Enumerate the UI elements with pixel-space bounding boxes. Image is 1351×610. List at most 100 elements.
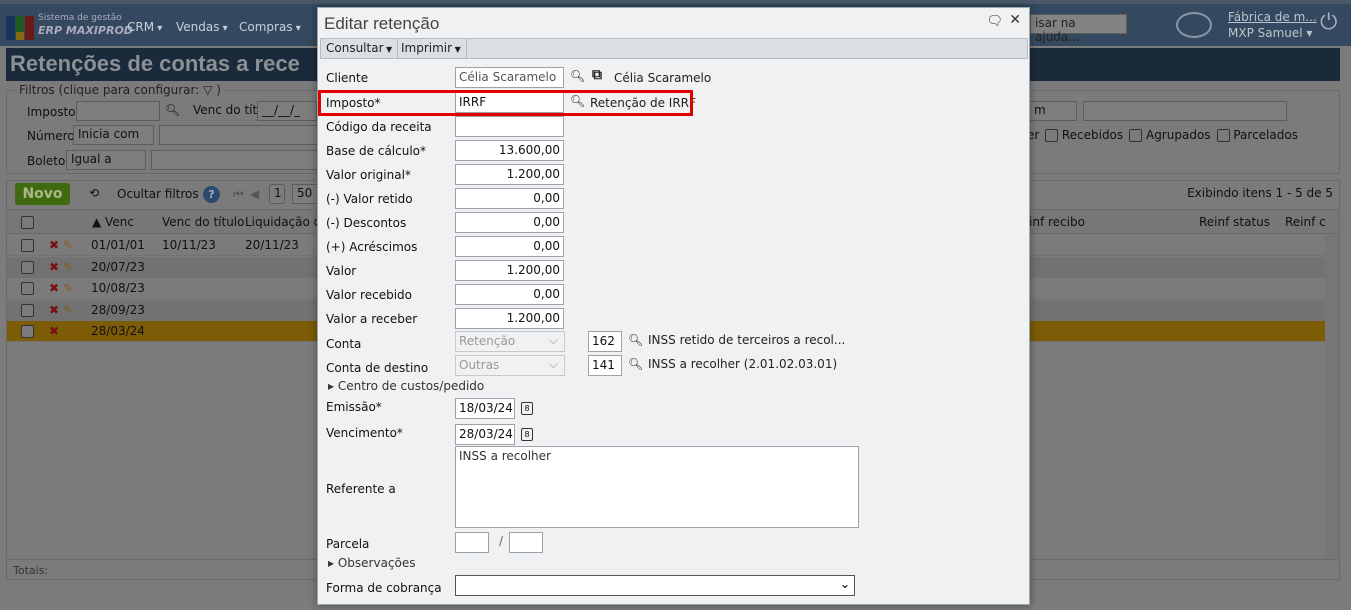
row-checkbox[interactable] [21,239,34,252]
forma-cobranca-select[interactable] [455,575,855,596]
valor_receber-input[interactable]: 1.200,00 [455,308,564,329]
help-search-input[interactable]: isar na ajuda... [1030,14,1127,44]
valor-label: Valor [326,264,357,278]
col-reinf-c[interactable]: Reinf c [1285,215,1326,229]
filter-numero-select[interactable]: Inicia com [73,125,154,145]
col-venc-titulo[interactable]: Venc do título [162,215,244,229]
power-icon[interactable]: ⏻ [1320,10,1337,35]
emissao-label: Emissão* [326,400,382,414]
vencimento-input[interactable]: 28/03/24 [455,424,515,445]
delete-icon[interactable]: ✖ [49,303,59,317]
consultar-menu[interactable]: Consultar [321,39,399,58]
acrescimos-input[interactable]: 0,00 [455,236,564,257]
edit-icon[interactable]: ✎ [63,303,73,317]
base-input[interactable]: 13.600,00 [455,140,564,161]
help-icon[interactable]: ? [203,186,220,203]
conta_destino-select[interactable]: Outras [455,355,565,376]
pager-size[interactable]: 50 [292,184,318,204]
pager-first-icon[interactable]: ⏮ [233,187,244,202]
dialog-title: Editar retenção [324,14,440,33]
filter-right-select[interactable]: m [1029,101,1077,121]
valor_original-input[interactable]: 1.200,00 [455,164,564,185]
cell-venc: 28/09/23 [91,302,145,317]
dialog-toolbar: Consultar Imprimir [320,38,1028,59]
close-icon[interactable]: ✕ [1009,12,1021,28]
calendar-icon[interactable]: 8 [521,428,533,441]
vencimento-label: Vencimento* [326,426,403,440]
centro-toggle[interactable]: ▸ Centro de custos/pedido [328,379,484,393]
imprimir-menu[interactable]: Imprimir [396,39,467,58]
row-checkbox[interactable] [21,260,34,274]
conta_destino-code-input[interactable]: 141 [588,355,622,376]
filter-imposto-input[interactable] [76,101,160,121]
search-icon[interactable]: 🔍︎ [628,357,643,371]
descontos-input[interactable]: 0,00 [455,212,564,233]
edit-icon[interactable]: ✎ [63,260,73,274]
valor_retido-input[interactable]: 0,00 [455,188,564,209]
valor_recebido-input[interactable]: 0,00 [455,284,564,305]
col-venc[interactable]: ▲ Venc [92,215,134,229]
company-link[interactable]: Fábrica de m... [1228,10,1317,24]
hide-filters-button[interactable]: Ocultar filtros [117,187,199,201]
new-button[interactable]: Novo [15,183,70,205]
pager-prev-icon[interactable]: ◀ [250,187,259,201]
col-reinf-status[interactable]: Reinf status [1199,215,1270,229]
external-link-icon[interactable]: ⧉ [592,67,602,83]
brand-line1: Sistema de gestão [38,13,122,23]
row-checkbox[interactable] [21,325,34,338]
cliente-input[interactable]: Célia Scaramelo [455,67,564,88]
edit-icon[interactable]: ✎ [63,324,73,338]
observacoes-toggle[interactable]: ▸ Observações [328,556,416,570]
filter-checkboxes: Recebidos Agrupados Parcelados [1045,128,1298,142]
filter-venc-input[interactable]: __/__/_ [257,101,317,121]
pager-page[interactable]: 1 [269,184,285,204]
filter-boleto-input[interactable] [151,150,319,170]
delete-icon[interactable]: ✖ [49,281,59,295]
chat-icon[interactable] [1176,12,1212,38]
codigo-input[interactable] [455,116,564,137]
showing-count: Exibindo itens 1 - 5 de 5 [1187,186,1333,200]
comment-icon[interactable]: 🗨︎ [986,14,1003,29]
filters-legend[interactable]: Filtros (clique para configurar: ▽ ) [17,83,223,97]
filter-right-input[interactable] [1083,101,1287,121]
cliente-label: Cliente [326,71,369,85]
parcela-total-input[interactable] [509,532,543,553]
delete-icon[interactable]: ✖ [49,324,59,338]
recebidos-checkbox[interactable]: Recebidos [1045,128,1123,142]
valor-input[interactable]: 1.200,00 [455,260,564,281]
referente-textarea[interactable]: INSS a recolher [455,446,859,528]
refresh-icon[interactable]: ⟲ [89,186,99,200]
filter-numero-label: Número [27,129,75,143]
parcelados-checkbox[interactable]: Parcelados [1216,128,1298,142]
parcela-label: Parcela [326,537,370,551]
agrupados-checkbox[interactable]: Agrupados [1129,128,1211,142]
user-menu[interactable]: MXP Samuel ▾ [1228,26,1312,40]
select-all-checkbox[interactable] [21,216,34,229]
filter-numero-input[interactable] [159,125,319,145]
col-reinf-recibo[interactable]: inf recibo [1029,215,1085,229]
parcela-input[interactable] [455,532,489,553]
col-liquidacao[interactable]: Liquidação d [245,215,321,229]
edit-icon[interactable]: ✎ [63,281,73,295]
conta-code-input[interactable]: 162 [588,331,622,352]
row-checkbox[interactable] [21,282,34,295]
grid-scrollbar[interactable] [1325,235,1339,561]
search-icon[interactable]: 🔍︎ [165,103,180,117]
search-icon[interactable]: 🔍︎ [628,333,643,347]
nav-crm[interactable]: CRM [127,20,162,34]
nav-vendas[interactable]: Vendas [176,20,228,34]
emissao-input[interactable]: 18/03/24 [455,398,515,419]
calendar-icon[interactable]: 8 [521,402,533,415]
conta-select[interactable]: Retenção [455,331,565,352]
filter-boleto-select[interactable]: Igual a [66,150,146,170]
valor_recebido-label: Valor recebido [326,288,412,302]
nav-compras[interactable]: Compras [239,20,301,34]
cell-venc: 28/03/24 [91,324,145,338]
row-checkbox[interactable] [21,303,34,317]
delete-icon[interactable]: ✖ [49,260,59,274]
referente-label: Referente a [326,482,396,496]
delete-icon[interactable]: ✖ [49,238,59,252]
acrescimos-label: (+) Acréscimos [326,240,418,254]
search-icon[interactable]: 🔍︎ [570,69,585,83]
edit-icon[interactable]: ✎ [63,238,73,252]
